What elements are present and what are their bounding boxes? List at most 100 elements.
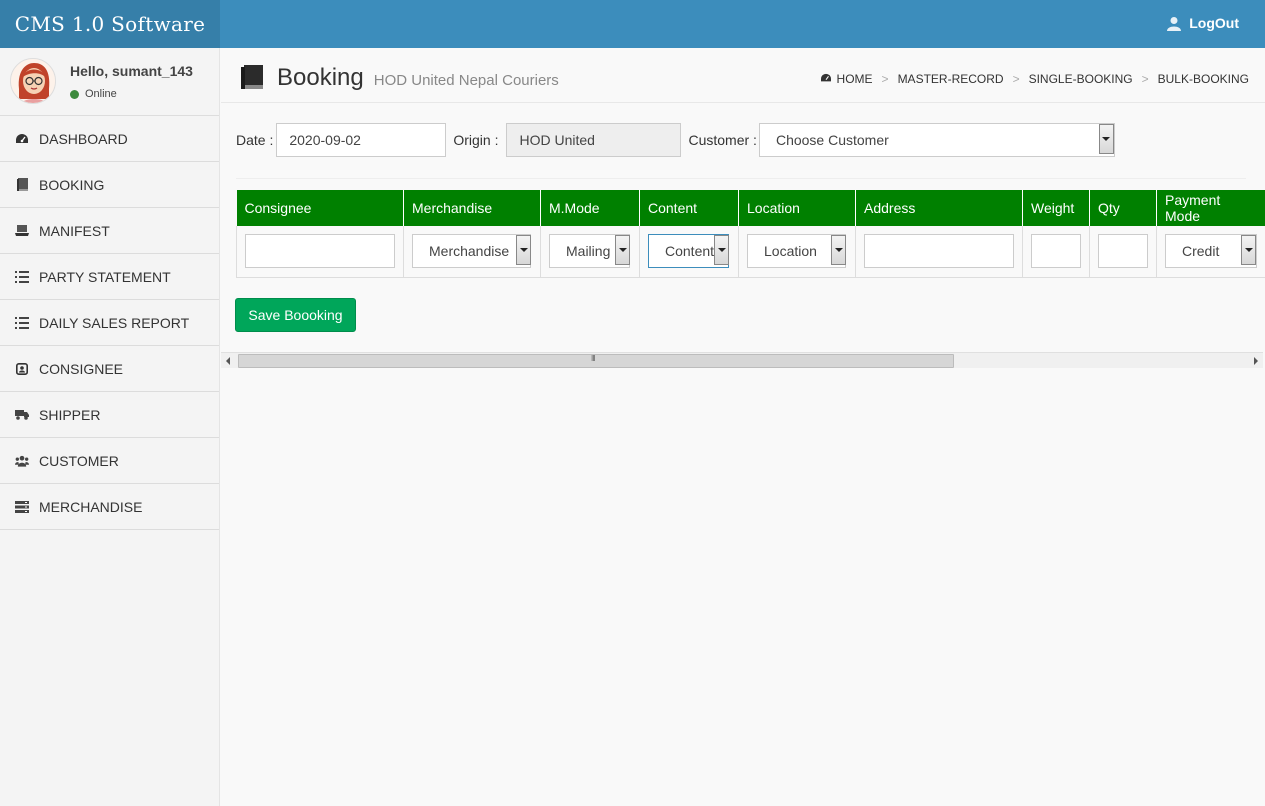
users-icon xyxy=(15,454,29,468)
list-icon xyxy=(15,270,29,284)
breadcrumb-home[interactable]: HOME xyxy=(820,72,873,86)
divider xyxy=(236,178,1246,179)
chevron-down-icon[interactable] xyxy=(1098,124,1114,154)
sidebar-item-label: CONSIGNEE xyxy=(39,360,124,377)
table-cell: Mailing xyxy=(540,226,640,278)
scrollbar-thumb[interactable] xyxy=(238,354,954,368)
table-row: Merchandise Mailing Content Location Cre… xyxy=(236,226,1265,278)
sidebar-menu: DASHBOARD BOOKING MANIFEST PARTY STATEME… xyxy=(0,116,219,530)
table-cell: Content xyxy=(639,226,739,278)
column-header: Weight xyxy=(1022,190,1090,226)
user-icon xyxy=(1167,16,1182,31)
table-cell xyxy=(1022,226,1090,278)
breadcrumb-separator: > xyxy=(1141,72,1149,86)
avatar xyxy=(10,58,56,104)
column-header: Payment Mode xyxy=(1156,190,1265,226)
scroll-left-arrow-icon[interactable] xyxy=(226,357,230,365)
table-cell: Credit xyxy=(1156,226,1265,278)
table-cell xyxy=(1089,226,1157,278)
customer-select[interactable]: Choose Customer xyxy=(758,123,1115,157)
customer-label: Customer : xyxy=(688,132,757,148)
table-cell: Location xyxy=(738,226,856,278)
truck-icon xyxy=(15,408,29,422)
sidebar-item-label: MERCHANDISE xyxy=(39,498,143,515)
sidebar-item-customer[interactable]: CUSTOMER xyxy=(0,438,219,484)
breadcrumb-bulk-booking[interactable]: BULK-BOOKING xyxy=(1158,72,1249,86)
qty-input[interactable] xyxy=(1098,234,1148,269)
content-header: Booking HOD United Nepal Couriers HOME >… xyxy=(221,48,1265,103)
sidebar: Hello, sumant_143 Online DASHBOARD BOOKI… xyxy=(0,48,220,806)
save-booking-button[interactable]: Save Boooking xyxy=(235,298,356,332)
book-icon xyxy=(241,65,263,92)
column-header: Merchandise xyxy=(403,190,541,226)
breadcrumb-master-record[interactable]: MASTER-RECORD xyxy=(898,72,1004,86)
app-logo[interactable]: CMS 1.0 Software xyxy=(0,0,220,48)
dashboard-icon xyxy=(820,72,832,86)
table-cell xyxy=(236,226,404,278)
origin-field: HOD United xyxy=(506,123,682,157)
chevron-down-icon[interactable] xyxy=(831,235,846,266)
online-dot-icon xyxy=(70,89,79,99)
sidebar-item-daily-sales-report[interactable]: DAILY SALES REPORT xyxy=(0,300,219,346)
top-navbar: CMS 1.0 Software LogOut xyxy=(0,0,1265,48)
logout-link[interactable]: LogOut xyxy=(1167,0,1239,46)
address-input[interactable] xyxy=(864,234,1014,269)
user-square-icon xyxy=(15,362,29,376)
table-header-row: Consignee Merchandise M.Mode Content Loc… xyxy=(236,190,1265,226)
horizontal-scrollbar[interactable] xyxy=(221,352,1263,368)
breadcrumb: HOME > MASTER-RECORD > SINGLE-BOOKING > … xyxy=(820,72,1249,86)
sidebar-item-label: SHIPPER xyxy=(39,406,101,423)
date-label: Date : xyxy=(236,132,274,148)
sidebar-item-party-statement[interactable]: PARTY STATEMENT xyxy=(0,254,219,300)
breadcrumb-separator: > xyxy=(1012,72,1020,86)
sidebar-item-label: DAILY SALES REPORT xyxy=(39,314,190,331)
server-icon xyxy=(15,500,29,514)
booking-table: Consignee Merchandise M.Mode Content Loc… xyxy=(236,190,1265,278)
list-icon xyxy=(15,316,29,330)
table-cell xyxy=(855,226,1023,278)
sidebar-item-label: PARTY STATEMENT xyxy=(39,268,171,285)
laptop-icon xyxy=(15,224,29,238)
payment-mode-select[interactable]: Credit xyxy=(1165,234,1257,269)
dashboard-icon xyxy=(15,132,29,146)
weight-input[interactable] xyxy=(1031,234,1081,269)
sidebar-item-label: DASHBOARD xyxy=(39,130,128,147)
chevron-down-icon[interactable] xyxy=(714,235,729,266)
breadcrumb-single-booking[interactable]: SINGLE-BOOKING xyxy=(1029,72,1133,86)
sidebar-item-label: BOOKING xyxy=(39,176,105,193)
book-icon xyxy=(15,178,29,192)
sidebar-item-consignee[interactable]: CONSIGNEE xyxy=(0,346,219,392)
sidebar-item-manifest[interactable]: MANIFEST xyxy=(0,208,219,254)
location-select[interactable]: Location xyxy=(747,234,847,269)
column-header: Qty xyxy=(1089,190,1157,226)
sidebar-item-dashboard[interactable]: DASHBOARD xyxy=(0,116,219,162)
date-field[interactable]: 2020-09-02 xyxy=(276,123,447,157)
chevron-down-icon[interactable] xyxy=(1241,235,1256,266)
content-select[interactable]: Content xyxy=(648,234,730,269)
sidebar-item-shipper[interactable]: SHIPPER xyxy=(0,392,219,438)
origin-label: Origin : xyxy=(453,132,499,148)
page-title-text: Booking xyxy=(277,64,364,91)
scroll-right-arrow-icon[interactable] xyxy=(1254,357,1258,365)
merchandise-select[interactable]: Merchandise xyxy=(412,234,532,269)
sidebar-item-booking[interactable]: BOOKING xyxy=(0,162,219,208)
breadcrumb-home-label: HOME xyxy=(836,72,873,86)
column-header: M.Mode xyxy=(540,190,640,226)
column-header: Address xyxy=(855,190,1023,226)
breadcrumb-separator: > xyxy=(881,72,889,86)
online-label: Online xyxy=(85,88,117,100)
sidebar-item-label: CUSTOMER xyxy=(39,452,119,469)
column-header: Consignee xyxy=(236,190,404,226)
mailing-mode-select[interactable]: Mailing xyxy=(549,234,631,269)
consignee-input[interactable] xyxy=(245,234,395,269)
page-subtitle: HOD United Nepal Couriers xyxy=(373,72,559,89)
chevron-down-icon[interactable] xyxy=(516,235,531,266)
online-status: Online xyxy=(70,88,117,100)
sidebar-item-merchandise[interactable]: MERCHANDISE xyxy=(0,484,219,530)
merchandise-select-value: Merchandise xyxy=(412,234,531,269)
chevron-down-icon[interactable] xyxy=(615,235,630,266)
booking-form-row: Date : 2020-09-02 Origin : HOD United Cu… xyxy=(236,123,1115,157)
user-panel: Hello, sumant_143 Online xyxy=(0,48,219,116)
column-header: Content xyxy=(639,190,739,226)
user-greeting: Hello, sumant_143 xyxy=(70,63,193,79)
